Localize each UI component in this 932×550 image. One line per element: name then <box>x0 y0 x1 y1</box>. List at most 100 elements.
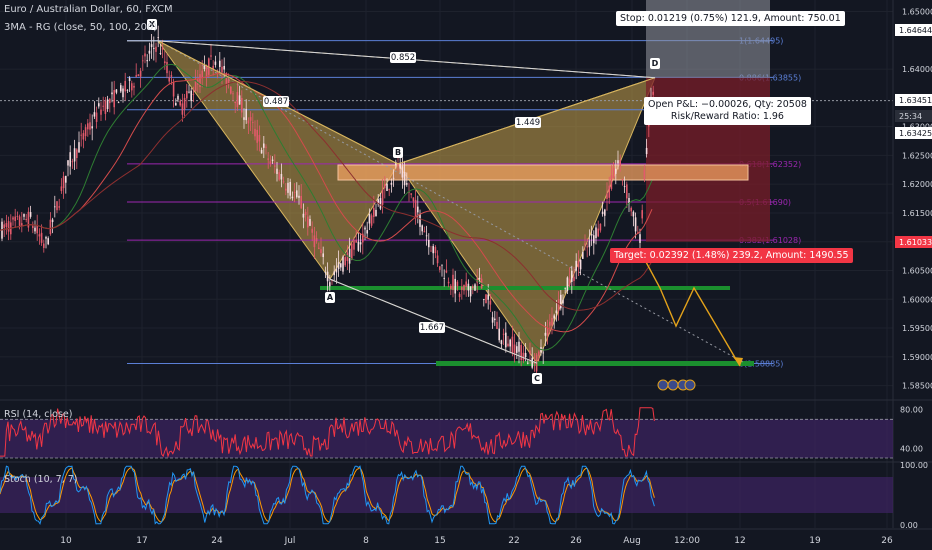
chart-canvas[interactable]: 1(1.64495)0.886(1.63855)0.786(1.63294)0.… <box>0 0 932 550</box>
candle-body <box>192 94 195 95</box>
stoch-band <box>0 477 893 513</box>
candle-body <box>414 199 417 217</box>
candle-body <box>568 278 571 286</box>
candle-body <box>78 142 80 153</box>
candle-body <box>65 175 67 183</box>
candle-body <box>32 225 34 229</box>
candle-body <box>500 340 503 345</box>
stop-box[interactable]: Stop: 0.01219 (0.75%) 121.9, Amount: 750… <box>616 11 845 26</box>
candle-body <box>388 189 390 191</box>
candle-body <box>368 213 371 224</box>
candle-body <box>599 223 602 231</box>
rsi-band <box>0 419 893 458</box>
candle-body <box>544 332 547 336</box>
ratio-label-1: 0.487 <box>264 97 288 107</box>
time-tick-0: 10 <box>60 536 72 546</box>
event-icon-0 <box>657 379 669 391</box>
candle-body <box>38 234 41 237</box>
candle-body <box>531 357 533 368</box>
candle-body <box>159 53 162 54</box>
candle-body <box>652 91 654 95</box>
candle-body <box>520 344 522 361</box>
price-badge-4: 1.61033 <box>899 238 932 247</box>
candle-body <box>230 86 232 94</box>
candle-body <box>452 274 454 290</box>
candle-body <box>29 212 32 217</box>
time-tick-7: 26 <box>570 536 582 546</box>
candle-body <box>155 46 157 52</box>
candle-body <box>16 215 19 217</box>
candle-body <box>203 65 206 70</box>
candle-body <box>623 186 626 187</box>
candle-body <box>441 264 443 266</box>
candle-body <box>487 294 489 300</box>
candle-body <box>318 247 320 249</box>
support-line-lower <box>436 361 754 366</box>
candle-body <box>14 216 16 221</box>
candle-body <box>472 286 474 289</box>
price-tick-9: 1.59500 <box>902 324 932 333</box>
candle-body <box>260 149 263 154</box>
candle-body <box>7 221 10 232</box>
candle-body <box>188 91 190 93</box>
candle-body <box>597 228 599 237</box>
candle-body <box>267 158 269 160</box>
candle-body <box>606 193 608 200</box>
candle-body <box>595 227 597 239</box>
candle-body <box>617 160 619 164</box>
candle-body <box>324 271 327 273</box>
candle-body <box>183 97 186 110</box>
candle-body <box>219 60 221 67</box>
price-tick-4: 1.62000 <box>902 180 932 189</box>
candle-body <box>529 350 531 354</box>
candle-body <box>498 328 500 341</box>
candle-body <box>573 276 575 281</box>
candle-body <box>104 100 107 114</box>
candle-body <box>100 109 102 115</box>
event-icon-3 <box>684 379 696 391</box>
candle-body <box>436 255 439 264</box>
candle-body <box>384 184 386 189</box>
candle-body <box>137 74 140 77</box>
candle-body <box>474 284 476 291</box>
candle-body <box>619 159 621 166</box>
candle-body <box>258 134 261 142</box>
candle-body <box>285 188 287 191</box>
candle-body <box>166 61 168 74</box>
candle-body <box>109 98 111 104</box>
candle-body <box>604 209 606 216</box>
candle-body <box>150 44 153 48</box>
candle-body <box>21 223 23 226</box>
candle-body <box>375 209 377 217</box>
candle-body <box>62 176 65 189</box>
candle-body <box>181 103 184 115</box>
candle-body <box>293 192 296 194</box>
candle-body <box>469 286 472 297</box>
candle-body <box>170 75 173 77</box>
candle-body <box>146 60 148 62</box>
candle-body <box>641 210 643 219</box>
candle-body <box>309 219 311 226</box>
candle-body <box>300 195 302 209</box>
candle-body <box>337 262 340 270</box>
candle-body <box>410 193 412 195</box>
candle-body <box>69 152 71 167</box>
candle-body <box>71 161 74 163</box>
point-label-B: B <box>395 148 401 157</box>
pattern-xab <box>157 40 399 281</box>
candle-body <box>221 66 223 73</box>
target-box[interactable]: Target: 0.02392 (1.48%) 239.2, Amount: 1… <box>610 248 853 263</box>
candle-body <box>551 317 553 326</box>
candle-body <box>467 283 470 291</box>
candle-body <box>632 211 635 217</box>
candle-body <box>84 127 87 137</box>
pnl-box[interactable]: Open P&L: −0.00026, Qty: 20508 Risk/Rewa… <box>644 97 811 125</box>
candle-body <box>454 278 456 294</box>
candle-body <box>615 168 617 174</box>
candle-body <box>265 146 267 148</box>
candle-body <box>634 217 637 232</box>
candle-body <box>412 197 415 202</box>
candle-body <box>379 198 382 209</box>
candle-body <box>430 250 432 252</box>
candle-body <box>245 108 247 121</box>
